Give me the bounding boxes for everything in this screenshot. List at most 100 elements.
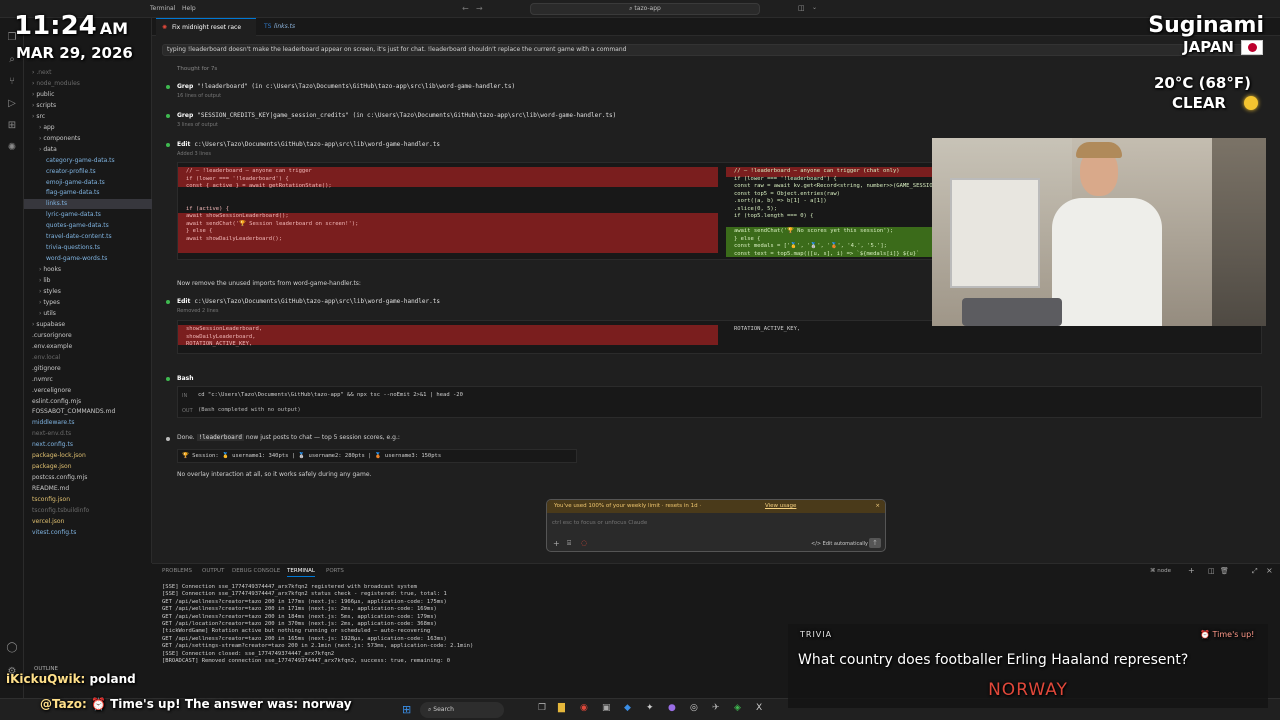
browser-icon[interactable]: ◉ bbox=[580, 703, 588, 713]
tree-file[interactable]: next.config.ts bbox=[24, 440, 152, 450]
tree-folder[interactable]: › data bbox=[24, 145, 152, 155]
app-icon[interactable]: ✈ bbox=[712, 703, 720, 713]
vscode-icon[interactable]: ◆ bbox=[624, 703, 631, 713]
app-icon[interactable]: X bbox=[756, 703, 762, 713]
source-control-icon[interactable]: ⑂ bbox=[6, 76, 18, 88]
tree-file[interactable]: tsconfig.tsbuildinfo bbox=[24, 506, 152, 516]
tool-step-bash[interactable]: Bash bbox=[177, 375, 197, 382]
back-arrow-icon[interactable]: ← bbox=[462, 4, 469, 13]
tree-folder[interactable]: › lib bbox=[24, 276, 152, 286]
command-center-search[interactable]: ⌕ tazo-app bbox=[530, 3, 760, 15]
tree-file[interactable]: vitest.config.ts bbox=[24, 528, 152, 538]
tree-file[interactable]: creator-profile.ts bbox=[24, 167, 152, 177]
add-attachment-icon[interactable]: + bbox=[553, 539, 560, 548]
tree-file[interactable]: vercel.json bbox=[24, 517, 152, 527]
tree-file[interactable]: README.md bbox=[24, 484, 152, 494]
tree-file[interactable]: lyric-game-data.ts bbox=[24, 210, 152, 220]
tab-problems[interactable]: PROBLEMS bbox=[162, 568, 192, 574]
tree-file[interactable]: FOSSABOT_COMMANDS.md bbox=[24, 407, 152, 417]
account-icon[interactable]: ◯ bbox=[6, 642, 18, 654]
forward-arrow-icon[interactable]: → bbox=[476, 4, 483, 13]
tree-file[interactable]: eslint.config.mjs bbox=[24, 397, 152, 407]
slash-command-icon[interactable]: ⌸ bbox=[567, 539, 571, 548]
view-usage-link[interactable]: View usage bbox=[765, 500, 796, 513]
tree-file[interactable]: postcss.config.mjs bbox=[24, 473, 152, 483]
tree-file[interactable]: .env.local bbox=[24, 353, 152, 363]
extensions-icon[interactable]: ⊞ bbox=[6, 120, 18, 132]
send-button[interactable]: ↑ bbox=[869, 538, 881, 548]
tree-folder[interactable]: › node_modules bbox=[24, 79, 152, 89]
tree-file[interactable]: quotes-game-data.ts bbox=[24, 221, 152, 231]
terminal-node-selector[interactable]: ⌘ node bbox=[1150, 568, 1171, 574]
tab-claude-chat[interactable]: ✺ Fix midnight reset race ... × bbox=[156, 18, 256, 49]
close-panel-icon[interactable]: × bbox=[1266, 566, 1273, 575]
windows-start-icon[interactable]: ⊞ bbox=[402, 703, 411, 716]
tool-step-edit-2[interactable]: Edit c:\Users\Tazo\Documents\GitHub\tazo-… bbox=[177, 298, 440, 305]
tree-file[interactable]: middleware.ts bbox=[24, 418, 152, 428]
app-icon[interactable]: ● bbox=[668, 703, 676, 713]
tree-file[interactable]: travel-date-content.ts bbox=[24, 232, 152, 242]
taskbar-search[interactable]: ⌕ Search bbox=[420, 702, 504, 718]
tree-folder[interactable]: › src bbox=[24, 112, 152, 122]
menu-help[interactable]: Help bbox=[182, 5, 196, 12]
app-icon[interactable]: ◎ bbox=[690, 703, 698, 713]
tree-file[interactable]: trivia-questions.ts bbox=[24, 243, 152, 253]
tree-file[interactable]: flag-game-data.ts bbox=[24, 188, 152, 198]
trash-icon[interactable]: 🗑 bbox=[1220, 567, 1229, 575]
tree-file[interactable]: category-game-data.ts bbox=[24, 156, 152, 166]
tree-folder[interactable]: › scripts bbox=[24, 101, 152, 111]
tree-file[interactable]: .nvmrc bbox=[24, 375, 152, 385]
tree-folder[interactable]: › supabase bbox=[24, 320, 152, 330]
task-view-icon[interactable]: ❐ bbox=[538, 703, 546, 713]
maximize-panel-icon[interactable]: ⤢ bbox=[1252, 567, 1258, 576]
tab-output[interactable]: OUTPUT bbox=[202, 568, 224, 574]
tree-file[interactable]: next-env.d.ts bbox=[24, 429, 152, 439]
run-debug-icon[interactable]: ▷ bbox=[6, 98, 18, 110]
tab-links-ts[interactable]: TS links.ts bbox=[258, 18, 314, 36]
close-icon[interactable]: × bbox=[875, 500, 880, 513]
tool-step-grep-2[interactable]: Grep "SESSION_CREDITS_KEY|game_session_cr… bbox=[177, 112, 616, 119]
tree-folder[interactable]: › public bbox=[24, 90, 152, 100]
tree-file[interactable]: emoji-game-data.ts bbox=[24, 178, 152, 188]
prompt-input[interactable] bbox=[552, 516, 872, 530]
terminal-app-icon[interactable]: ▣ bbox=[602, 703, 611, 713]
tree-file[interactable]: .gitignore bbox=[24, 364, 152, 374]
tree-folder[interactable]: › utils bbox=[24, 309, 152, 319]
tree-folder[interactable]: › hooks bbox=[24, 265, 152, 275]
copilot-icon[interactable]: ◫ bbox=[798, 4, 805, 12]
tree-folder[interactable]: › components bbox=[24, 134, 152, 144]
tab-ports[interactable]: PORTS bbox=[326, 568, 344, 574]
tree-item-label: app bbox=[43, 123, 55, 131]
tool-step-edit-1[interactable]: Edit c:\Users\Tazo\Documents\GitHub\tazo-… bbox=[177, 141, 440, 148]
tree-file[interactable]: package.json bbox=[24, 462, 152, 472]
split-terminal-icon[interactable]: ◫ bbox=[1208, 567, 1215, 575]
thought-indicator[interactable]: Thought for 7s bbox=[177, 66, 217, 72]
new-terminal-icon[interactable]: + bbox=[1188, 566, 1195, 575]
tool-step-grep-1[interactable]: Grep "!leaderboard" (in c:\Users\Tazo\Doc… bbox=[177, 83, 515, 90]
tree-folder[interactable]: › types bbox=[24, 298, 152, 308]
tree-file[interactable]: tsconfig.json bbox=[24, 495, 152, 505]
overlay-city: Suginami bbox=[1148, 13, 1264, 38]
app-icon[interactable]: ◈ bbox=[734, 703, 741, 713]
tab-terminal[interactable]: TERMINAL bbox=[287, 568, 315, 577]
menu-terminal[interactable]: Terminal bbox=[150, 5, 175, 12]
edit-mode-toggle[interactable]: </> Edit automatically bbox=[811, 541, 868, 547]
app-icon[interactable]: ✦ bbox=[646, 703, 654, 713]
tree-item-label: lib bbox=[43, 277, 51, 285]
tree-file[interactable]: package-lock.json bbox=[24, 451, 152, 461]
usage-limit-banner: You've used 100% of your weekly limit · … bbox=[547, 500, 885, 513]
tab-debug-console[interactable]: DEBUG CONSOLE bbox=[232, 568, 280, 574]
tree-folder[interactable]: › app bbox=[24, 123, 152, 133]
tree-folder[interactable]: › .next bbox=[24, 68, 152, 78]
tree-item-label: links.ts bbox=[46, 200, 68, 208]
tree-file[interactable]: word-game-words.ts bbox=[24, 254, 152, 264]
file-explorer-icon[interactable]: ▇ bbox=[558, 703, 565, 713]
tree-file[interactable]: .vercelignore bbox=[24, 386, 152, 396]
context-icon[interactable]: ◌ bbox=[581, 539, 587, 547]
chevron-down-icon[interactable]: ⌄ bbox=[812, 4, 817, 11]
tree-folder[interactable]: › styles bbox=[24, 287, 152, 297]
tree-file[interactable]: .env.example bbox=[24, 342, 152, 352]
tree-file[interactable]: links.ts bbox=[24, 199, 152, 210]
claude-icon[interactable]: ✺ bbox=[6, 142, 18, 154]
tree-file[interactable]: .cursorignore bbox=[24, 331, 152, 341]
